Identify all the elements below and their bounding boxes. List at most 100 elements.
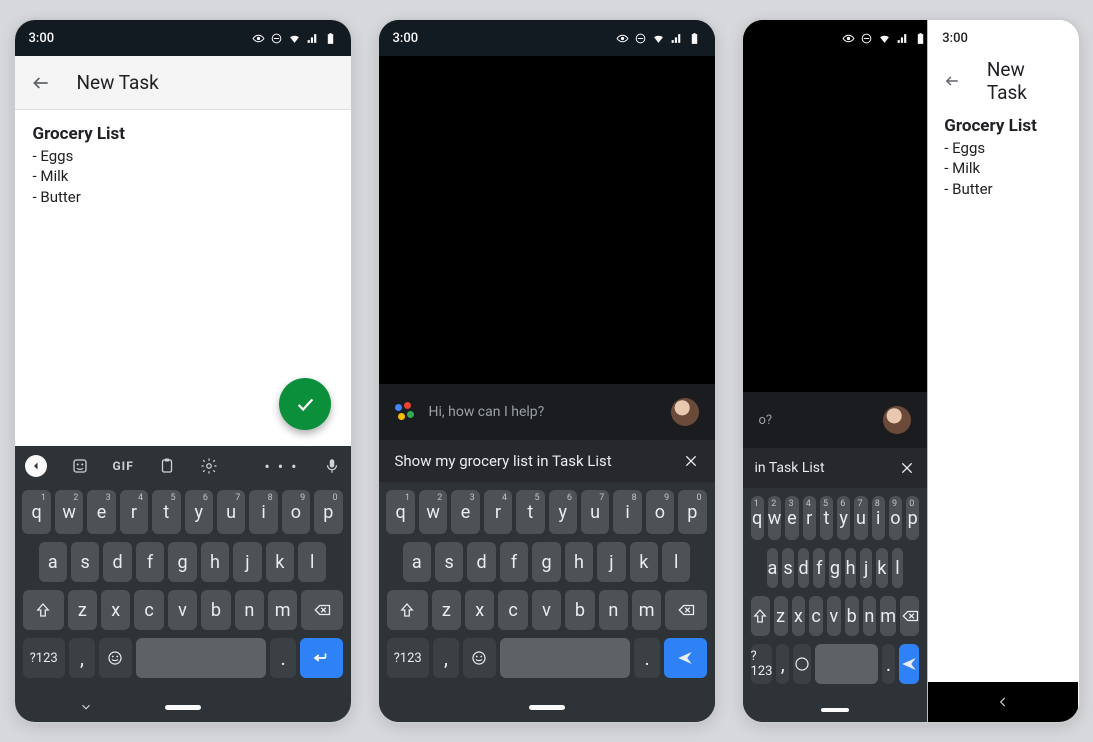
key-e[interactable]: e3 — [87, 490, 115, 534]
key-j[interactable]: j — [233, 542, 261, 582]
key-t[interactable]: t5 — [516, 490, 544, 534]
key-l[interactable]: l — [298, 542, 326, 582]
keyboard[interactable]: q1w2e3r4t5y6u7i8o9p0 asdfghjkl zxcvbnm ?… — [379, 482, 715, 692]
home-pill[interactable] — [529, 705, 565, 710]
key-h[interactable]: h — [565, 542, 593, 582]
key-p[interactable]: p0 — [678, 490, 706, 534]
key-i[interactable]: i8 — [872, 496, 885, 540]
key-l[interactable]: l — [662, 542, 690, 582]
key-g[interactable]: g — [532, 542, 560, 582]
home-pill[interactable] — [165, 705, 201, 710]
chevron-left-icon[interactable] — [25, 455, 47, 477]
chevron-left-icon[interactable] — [996, 695, 1010, 709]
key-n[interactable]: n — [863, 596, 877, 636]
key-f[interactable]: f — [813, 548, 825, 588]
key-m[interactable]: m — [880, 596, 896, 636]
period-key[interactable]: . — [634, 638, 660, 678]
key-z[interactable]: z — [432, 590, 461, 630]
key-j[interactable]: j — [860, 548, 872, 588]
avatar[interactable] — [671, 398, 699, 426]
key-o[interactable]: o9 — [282, 490, 310, 534]
assistant-input[interactable]: in Task List — [743, 448, 928, 488]
key-k[interactable]: k — [266, 542, 294, 582]
key-q[interactable]: q1 — [22, 490, 50, 534]
home-pill[interactable] — [821, 708, 849, 712]
emoji-key[interactable] — [463, 638, 496, 678]
backspace-key[interactable] — [301, 590, 342, 630]
key-f[interactable]: f — [500, 542, 528, 582]
clipboard-icon[interactable] — [158, 457, 176, 475]
key-r[interactable]: r4 — [120, 490, 148, 534]
key-y[interactable]: y6 — [549, 490, 577, 534]
key-g[interactable]: g — [829, 548, 841, 588]
key-u[interactable]: u7 — [217, 490, 245, 534]
key-z[interactable]: z — [68, 590, 97, 630]
shift-key[interactable] — [751, 596, 770, 636]
comma-key[interactable]: , — [776, 644, 789, 684]
key-d[interactable]: d — [467, 542, 495, 582]
more-icon[interactable]: • • • — [264, 457, 298, 476]
key-t[interactable]: t5 — [152, 490, 180, 534]
gif-button[interactable]: GIF — [113, 459, 134, 473]
key-o[interactable]: o9 — [889, 496, 902, 540]
key-q[interactable]: q1 — [386, 490, 414, 534]
key-v[interactable]: v — [532, 590, 561, 630]
note-editor[interactable]: Grocery List - Eggs - Milk - Butter — [15, 110, 351, 446]
symbols-key[interactable]: ?123 — [387, 638, 429, 678]
backspace-key[interactable] — [665, 590, 706, 630]
key-e[interactable]: e3 — [451, 490, 479, 534]
key-y[interactable]: y6 — [837, 496, 850, 540]
key-q[interactable]: q1 — [751, 496, 764, 540]
key-p[interactable]: p0 — [906, 496, 919, 540]
key-a[interactable]: a — [39, 542, 67, 582]
key-z[interactable]: z — [774, 596, 788, 636]
key-j[interactable]: j — [597, 542, 625, 582]
key-m[interactable]: m — [268, 590, 297, 630]
key-s[interactable]: s — [435, 542, 463, 582]
close-icon[interactable] — [683, 453, 699, 469]
key-v[interactable]: v — [168, 590, 197, 630]
keyboard[interactable]: GIF • • • q1w2e3r4t5y6u7i8o9p0 asdfghjkl… — [15, 446, 351, 692]
keyboard[interactable]: q1w2e3r4t5y6u7i8o9p0 asdfghjkl zxcvbnm ?… — [743, 488, 928, 698]
chevron-down-icon[interactable] — [79, 700, 93, 714]
save-fab[interactable] — [279, 378, 331, 430]
key-x[interactable]: x — [465, 590, 494, 630]
period-key[interactable]: . — [270, 638, 296, 678]
key-b[interactable]: b — [565, 590, 594, 630]
backspace-key[interactable] — [900, 596, 919, 636]
sticker-icon[interactable] — [71, 457, 89, 475]
key-x[interactable]: x — [101, 590, 130, 630]
comma-key[interactable]: , — [433, 638, 459, 678]
key-n[interactable]: n — [599, 590, 628, 630]
key-a[interactable]: a — [403, 542, 431, 582]
key-n[interactable]: n — [235, 590, 264, 630]
key-c[interactable]: c — [809, 596, 823, 636]
key-g[interactable]: g — [168, 542, 196, 582]
key-s[interactable]: s — [782, 548, 794, 588]
emoji-key[interactable] — [99, 638, 132, 678]
key-h[interactable]: h — [845, 548, 857, 588]
key-w[interactable]: w2 — [55, 490, 83, 534]
key-m[interactable]: m — [632, 590, 661, 630]
key-b[interactable]: b — [201, 590, 230, 630]
shift-key[interactable] — [387, 590, 428, 630]
back-icon[interactable] — [944, 72, 961, 90]
enter-key[interactable] — [300, 638, 342, 678]
close-icon[interactable] — [899, 460, 915, 476]
key-b[interactable]: b — [845, 596, 859, 636]
key-w[interactable]: w2 — [419, 490, 447, 534]
shift-key[interactable] — [23, 590, 64, 630]
key-e[interactable]: e3 — [785, 496, 798, 540]
send-key[interactable] — [664, 638, 706, 678]
gear-icon[interactable] — [200, 457, 218, 475]
key-c[interactable]: c — [498, 590, 527, 630]
key-x[interactable]: x — [792, 596, 806, 636]
key-u[interactable]: u7 — [581, 490, 609, 534]
mic-icon[interactable] — [323, 457, 341, 475]
key-h[interactable]: h — [201, 542, 229, 582]
key-r[interactable]: r4 — [484, 490, 512, 534]
key-f[interactable]: f — [136, 542, 164, 582]
key-i[interactable]: i8 — [249, 490, 277, 534]
key-l[interactable]: l — [892, 548, 904, 588]
key-s[interactable]: s — [71, 542, 99, 582]
